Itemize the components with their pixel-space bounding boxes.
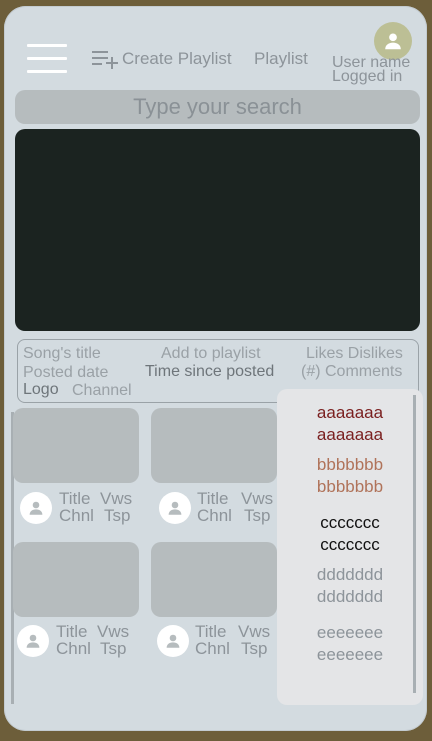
- create-playlist-label: Create Playlist: [122, 49, 232, 68]
- video-timestamp: Tsp: [241, 639, 268, 658]
- time-since-posted: Time since posted: [145, 363, 275, 380]
- video-thumbnail[interactable]: [13, 408, 139, 483]
- create-playlist-button[interactable]: Create Playlist: [92, 49, 232, 69]
- video-card-meta: Title Vws Chnl Tsp: [159, 490, 289, 528]
- dropdown-item[interactable]: ddddddd ddddddd: [277, 564, 423, 608]
- user-status: User name Logged in: [332, 55, 427, 85]
- dropdown-item-line: ccccccc: [320, 513, 380, 532]
- playlist-link[interactable]: Playlist: [254, 49, 308, 69]
- video-timestamp: Tsp: [244, 506, 271, 525]
- video-card-meta: Title Vws Chnl Tsp: [157, 623, 287, 661]
- video-channel[interactable]: Chnl: [56, 640, 91, 657]
- dropdown-item-line: eeeeeee: [316, 623, 384, 642]
- playlist-add-icon: [92, 49, 118, 69]
- video-channel[interactable]: Chnl: [59, 507, 94, 524]
- add-to-playlist-button[interactable]: Add to playlist: [161, 345, 261, 363]
- dropdown-item-line: eeeeeee: [316, 645, 384, 664]
- dropdown-item[interactable]: eeeeeee eeeeeee: [277, 622, 423, 666]
- dropdown-scrollbar[interactable]: [413, 395, 416, 693]
- dropdown-item-line: ccccccc: [320, 535, 380, 554]
- channel-avatar-icon[interactable]: [159, 492, 191, 524]
- hamburger-menu-icon[interactable]: [27, 44, 67, 74]
- video-views: Vws: [97, 622, 130, 641]
- video-timestamp: Tsp: [104, 506, 131, 525]
- video-title[interactable]: Title: [56, 623, 88, 640]
- dropdown-item-line: bbbbbbb: [316, 455, 384, 474]
- search-input[interactable]: [15, 90, 420, 124]
- app-screen: Create Playlist Playlist User name Logge…: [4, 6, 427, 731]
- video-channel[interactable]: Chnl: [197, 507, 232, 524]
- dropdown-item[interactable]: aaaaaaa aaaaaaa: [277, 402, 423, 446]
- channel-avatar-icon[interactable]: [17, 625, 49, 657]
- video-views: Vws: [238, 622, 271, 641]
- video-title[interactable]: Title: [195, 623, 227, 640]
- dropdown-item-line: ddddddd: [316, 587, 384, 606]
- dropdown-item[interactable]: ccccccc ccccccc: [277, 512, 423, 556]
- channel-avatar-icon[interactable]: [20, 492, 52, 524]
- video-timestamp: Tsp: [100, 639, 127, 658]
- video-card-meta: Title Vws Chnl Tsp: [20, 490, 150, 528]
- video-channel[interactable]: Chnl: [195, 640, 230, 657]
- dropdown-item-line: aaaaaaa: [316, 425, 384, 444]
- dropdown-item-line: bbbbbbb: [316, 477, 384, 496]
- video-thumbnail[interactable]: [13, 542, 139, 617]
- video-thumbnail[interactable]: [151, 542, 277, 617]
- posted-date: Posted date: [23, 364, 109, 381]
- likes-dislikes[interactable]: Likes Dislikes: [306, 345, 403, 363]
- dropdown-item-line: aaaaaaa: [316, 403, 384, 422]
- channel-name[interactable]: Channel: [72, 382, 132, 400]
- dropdown-item[interactable]: bbbbbbb bbbbbbb: [277, 454, 423, 498]
- video-title[interactable]: Title: [197, 490, 229, 507]
- comments-count[interactable]: (#) Comments: [301, 363, 402, 381]
- login-status: Logged in: [332, 68, 403, 85]
- video-title[interactable]: Title: [59, 490, 91, 507]
- dropdown-list: aaaaaaa aaaaaaa bbbbbbb bbbbbbb ccccccc …: [277, 389, 423, 705]
- video-views: Vws: [241, 489, 274, 508]
- video-card-meta: Title Vws Chnl Tsp: [17, 623, 147, 661]
- channel-logo[interactable]: Logo: [23, 381, 59, 399]
- channel-avatar-icon[interactable]: [157, 625, 189, 657]
- song-title: Song's title: [23, 345, 101, 362]
- video-views: Vws: [100, 489, 133, 508]
- video-player[interactable]: [15, 129, 420, 331]
- video-thumbnail[interactable]: [151, 408, 277, 483]
- dropdown-item-line: ddddddd: [316, 565, 384, 584]
